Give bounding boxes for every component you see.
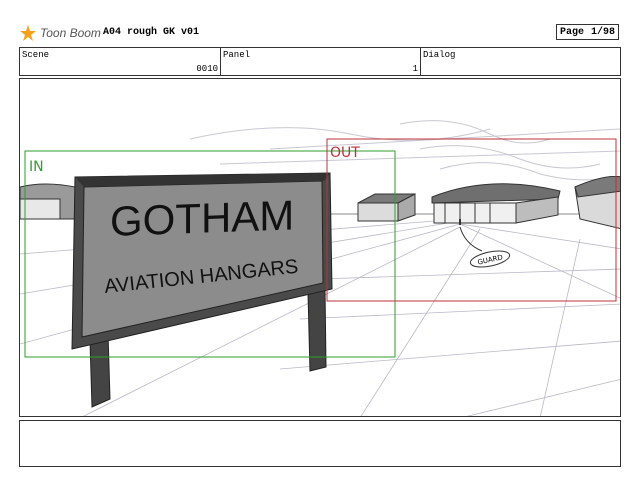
page-label: Page (560, 26, 585, 38)
toon-boom-logo-text: Toon Boom (40, 26, 101, 40)
dialog-text-box (19, 420, 621, 467)
metadata-row: Scene 0010 Panel 1 Dialog (19, 47, 621, 76)
main-hangar (431, 183, 561, 224)
left-hangar (20, 183, 76, 220)
toon-boom-logo-icon (20, 25, 36, 41)
panel-cell: Panel 1 (221, 48, 421, 75)
dialog-label: Dialog (423, 50, 456, 60)
panel-label: Panel (223, 50, 251, 60)
right-hangar (574, 176, 620, 230)
scene-cell: Scene 0010 (20, 48, 221, 75)
document-title: A04 rough GK v01 (103, 27, 200, 38)
dialog-cell: Dialog (421, 48, 620, 75)
in-frame-label: IN (29, 159, 44, 175)
out-frame-label: OUT (330, 145, 360, 161)
panel-value: 1 (412, 64, 418, 74)
gotham-sign: GOTHAM AVIATION HANGARS (71, 172, 333, 350)
scene-label: Scene (22, 50, 50, 60)
panel-drawing: GUARD GOTHAM AVIATION HANGARS IN OUT (20, 120, 620, 416)
guard-label: GUARD (477, 253, 504, 266)
sky-sketch (189, 120, 620, 181)
small-hangar (357, 193, 416, 222)
page-value: 1/98 (590, 26, 615, 38)
scene-value: 0010 (196, 64, 218, 74)
storyboard-panel: GUARD GOTHAM AVIATION HANGARS IN OUT (19, 78, 621, 417)
page-indicator: Page 1/98 (556, 24, 619, 40)
sign-line1: GOTHAM (110, 191, 294, 244)
